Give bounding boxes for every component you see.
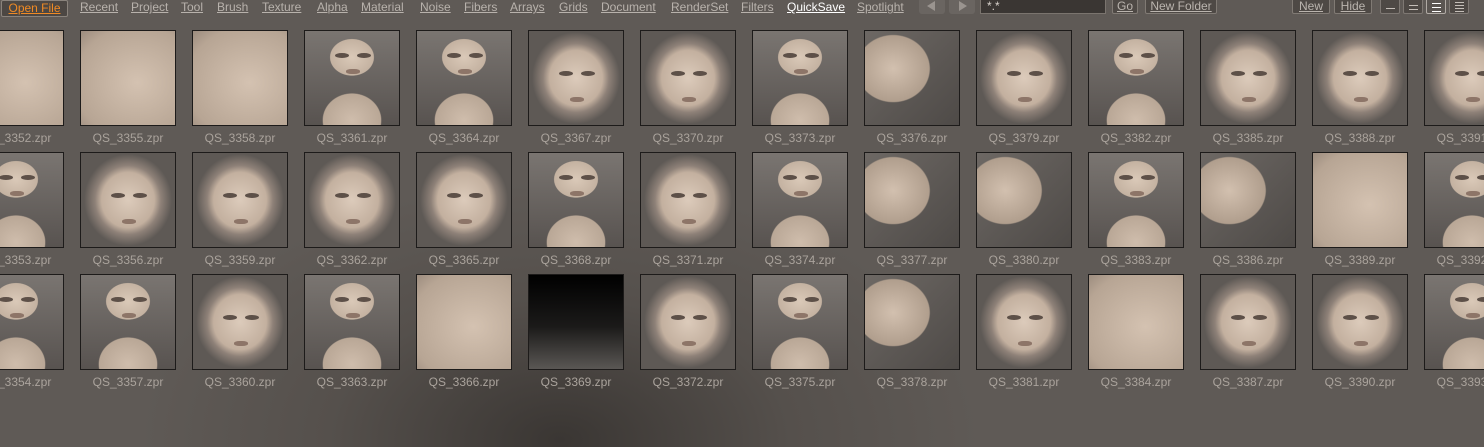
file-name-label: QS_3385.zpr [1212, 131, 1284, 145]
file-thumbnail[interactable] [80, 30, 176, 126]
file-thumbnail[interactable] [752, 274, 848, 370]
file-thumbnail[interactable] [416, 30, 512, 126]
file-thumbnail[interactable] [1088, 274, 1184, 370]
file-thumbnail[interactable] [1088, 30, 1184, 126]
file-name-label: QS_3372.zpr [652, 375, 724, 389]
file-name-label: QS_3357.zpr [92, 375, 164, 389]
file-thumbnail[interactable] [192, 152, 288, 248]
file-name-label: QS_3359.zpr [204, 253, 276, 267]
file-name-label: QS_3368.zpr [540, 253, 612, 267]
file-thumbnail[interactable] [976, 152, 1072, 248]
file-thumbnail[interactable] [640, 30, 736, 126]
file-name-label: QS_3362.zpr [316, 253, 388, 267]
file-name-label: QS_3360.zpr [204, 375, 276, 389]
file-name-label: QS_3373.zpr [764, 131, 836, 145]
file-name-label: QS_3381.zpr [988, 375, 1060, 389]
file-name-label: QS_3354.zpr [0, 375, 52, 389]
thumbnail-grid: QS_3352.zpr QS_3355.zpr QS_3358.zpr QS_3361… [0, 0, 1484, 447]
file-thumbnail[interactable] [304, 30, 400, 126]
file-thumbnail[interactable] [752, 152, 848, 248]
file-name-label: QS_3353.zpr [0, 253, 52, 267]
file-thumbnail[interactable] [640, 274, 736, 370]
file-name-label: QS_3352.zpr [0, 131, 52, 145]
file-thumbnail[interactable] [304, 152, 400, 248]
file-thumbnail[interactable] [1312, 30, 1408, 126]
file-thumbnail[interactable] [752, 30, 848, 126]
file-name-label: QS_3378.zpr [876, 375, 948, 389]
file-thumbnail[interactable] [1088, 152, 1184, 248]
file-name-label: QS_3389.zpr [1324, 253, 1396, 267]
file-name-label: QS_3384.zpr [1100, 375, 1172, 389]
file-name-label: QS_3380.zpr [988, 253, 1060, 267]
file-name-label: QS_3390.zpr [1324, 375, 1396, 389]
file-thumbnail[interactable] [192, 274, 288, 370]
file-thumbnail[interactable] [528, 274, 624, 370]
file-name-label: QS_3383.zpr [1100, 253, 1172, 267]
file-thumbnail[interactable] [1312, 274, 1408, 370]
file-name-label: QS_3393.zpr [1436, 375, 1484, 389]
file-name-label: QS_3365.zpr [428, 253, 500, 267]
file-name-label: QS_3371.zpr [652, 253, 724, 267]
file-thumbnail[interactable] [1424, 152, 1484, 248]
file-thumbnail[interactable] [416, 274, 512, 370]
file-thumbnail[interactable] [528, 30, 624, 126]
file-name-label: QS_3377.zpr [876, 253, 948, 267]
file-thumbnail[interactable] [1424, 274, 1484, 370]
file-thumbnail[interactable] [1200, 152, 1296, 248]
file-name-label: QS_3382.zpr [1100, 131, 1172, 145]
file-thumbnail[interactable] [864, 152, 960, 248]
file-name-label: QS_3392.zpr [1436, 253, 1484, 267]
file-name-label: QS_3374.zpr [764, 253, 836, 267]
file-name-label: QS_3369.zpr [540, 375, 612, 389]
file-name-label: QS_3376.zpr [876, 131, 948, 145]
file-name-label: QS_3364.zpr [428, 131, 500, 145]
file-thumbnail[interactable] [192, 30, 288, 126]
file-name-label: QS_3379.zpr [988, 131, 1060, 145]
file-thumbnail[interactable] [0, 30, 64, 126]
file-name-label: QS_3366.zpr [428, 375, 500, 389]
file-thumbnail[interactable] [80, 152, 176, 248]
file-name-label: QS_3361.zpr [316, 131, 388, 145]
file-thumbnail[interactable] [528, 152, 624, 248]
file-thumbnail[interactable] [1424, 30, 1484, 126]
file-name-label: QS_3355.zpr [92, 131, 164, 145]
file-name-label: QS_3356.zpr [92, 253, 164, 267]
file-thumbnail[interactable] [0, 274, 64, 370]
file-thumbnail[interactable] [976, 274, 1072, 370]
file-name-label: QS_3387.zpr [1212, 375, 1284, 389]
file-thumbnail[interactable] [416, 152, 512, 248]
file-thumbnail[interactable] [1312, 152, 1408, 248]
file-thumbnail[interactable] [640, 152, 736, 248]
file-name-label: QS_3358.zpr [204, 131, 276, 145]
file-name-label: QS_3386.zpr [1212, 253, 1284, 267]
file-thumbnail[interactable] [864, 30, 960, 126]
file-thumbnail[interactable] [80, 274, 176, 370]
file-name-label: QS_3363.zpr [316, 375, 388, 389]
file-thumbnail[interactable] [976, 30, 1072, 126]
file-name-label: QS_3388.zpr [1324, 131, 1396, 145]
file-name-label: QS_3370.zpr [652, 131, 724, 145]
file-name-label: QS_3367.zpr [540, 131, 612, 145]
file-thumbnail[interactable] [1200, 30, 1296, 126]
file-name-label: QS_3391.zpr [1436, 131, 1484, 145]
file-thumbnail[interactable] [0, 152, 64, 248]
file-thumbnail[interactable] [1200, 274, 1296, 370]
file-thumbnail[interactable] [864, 274, 960, 370]
file-name-label: QS_3375.zpr [764, 375, 836, 389]
file-thumbnail[interactable] [304, 274, 400, 370]
